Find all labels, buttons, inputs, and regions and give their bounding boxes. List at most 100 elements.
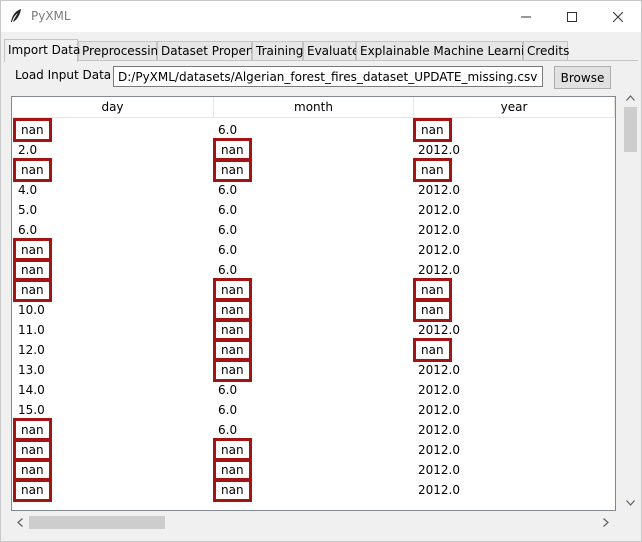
cell-year: 2012.0	[418, 183, 460, 197]
cell-year: 2012.0	[418, 323, 460, 337]
table-row[interactable]: nan 6.0 2012.0	[12, 258, 615, 282]
table-row[interactable]: nan nan 2012.0	[12, 438, 615, 462]
minimize-button[interactable]	[503, 1, 549, 32]
minimize-icon	[521, 16, 531, 17]
close-icon	[613, 11, 623, 22]
chevron-right-icon	[602, 518, 609, 527]
table-row[interactable]: nan nan nan	[12, 278, 615, 302]
window-title: PyXML	[31, 9, 71, 23]
cell-month: 6.0	[218, 263, 238, 277]
cell-month: 6.0	[218, 123, 238, 137]
cell-month: 6.0	[218, 423, 238, 437]
cell-day: 10.0	[18, 303, 45, 317]
horizontal-scroll-thumb[interactable]	[29, 516, 165, 529]
cell-month: 6.0	[218, 243, 238, 257]
scroll-left-button[interactable]	[11, 514, 28, 531]
tab-preprocessing[interactable]: Preprocessing	[78, 41, 166, 61]
table-row[interactable]: 5.0 6.0 2012.0	[12, 200, 615, 220]
table-row[interactable]: nan 6.0 nan	[12, 118, 615, 142]
table-row[interactable]: 13.0 nan 2012.0	[12, 358, 615, 382]
table-row[interactable]: 11.0 nan 2012.0	[12, 318, 615, 342]
browse-button[interactable]: Browse	[554, 66, 611, 89]
maximize-icon	[567, 11, 577, 22]
scroll-up-button[interactable]	[622, 89, 639, 106]
cell-year: 2012.0	[418, 363, 460, 377]
cell-year-missing: nan	[413, 158, 452, 182]
app-window: PyXML Import Data Preprocessing Dataset …	[0, 0, 642, 542]
load-input-label: Load Input Data	[15, 68, 112, 82]
cell-month: 6.0	[218, 183, 238, 197]
column-header-day[interactable]: day	[12, 97, 214, 118]
chevron-left-icon	[16, 518, 23, 527]
table-row[interactable]: 4.0 6.0 2012.0	[12, 180, 615, 200]
vertical-scroll-thumb[interactable]	[624, 107, 637, 152]
column-header-month[interactable]: month	[214, 97, 414, 118]
cell-day: 12.0	[18, 343, 45, 357]
table-row[interactable]: nan nan 2012.0	[12, 478, 615, 502]
table-row[interactable]: 2.0 nan 2012.0	[12, 138, 615, 162]
cell-year: 2012.0	[418, 203, 460, 217]
cell-day-missing: nan	[13, 278, 52, 302]
table-body: nan 6.0 nan 2.0 nan 2012.0 nan nan nan 4.0 6.0 2012…	[12, 118, 615, 502]
table-row[interactable]: nan 6.0 2012.0	[12, 238, 615, 262]
cell-year: 2012.0	[418, 243, 460, 257]
scroll-down-button[interactable]	[622, 494, 639, 511]
cell-day: 15.0	[18, 403, 45, 417]
cell-month: 6.0	[218, 383, 238, 397]
feather-icon	[9, 8, 23, 24]
vertical-scrollbar[interactable]	[622, 89, 639, 511]
cell-year-missing: nan	[413, 338, 452, 362]
table-row[interactable]: 15.0 6.0 2012.0	[12, 400, 615, 420]
cell-year: 2012.0	[418, 143, 460, 157]
cell-day-missing: nan	[13, 118, 52, 142]
tab-dataset-property[interactable]: Dataset Property	[157, 41, 263, 61]
close-button[interactable]	[595, 1, 641, 32]
cell-month: 6.0	[218, 203, 238, 217]
cell-month-missing: nan	[213, 358, 252, 382]
table-row[interactable]: 10.0 nan nan	[12, 298, 615, 322]
cell-month: 6.0	[218, 223, 238, 237]
cell-day: 2.0	[18, 143, 38, 157]
table-row[interactable]: nan 6.0 2012.0	[12, 418, 615, 442]
cell-month-missing: nan	[213, 158, 252, 182]
title-bar[interactable]: PyXML	[1, 1, 641, 32]
chevron-up-icon	[626, 94, 635, 101]
table-row[interactable]: 12.0 nan nan	[12, 338, 615, 362]
data-table: day month year nan 6.0 nan 2.0 nan 2012.0 nan n…	[11, 96, 616, 511]
cell-year: 2012.0	[418, 403, 460, 417]
cell-year: 2012.0	[418, 223, 460, 237]
maximize-button[interactable]	[549, 1, 595, 32]
cell-month-missing: nan	[213, 478, 252, 502]
cell-year: 2012.0	[418, 383, 460, 397]
table-row[interactable]: 14.0 6.0 2012.0	[12, 380, 615, 400]
table-row[interactable]: nan nan nan	[12, 158, 615, 182]
table-row[interactable]: nan nan 2012.0	[12, 458, 615, 482]
cell-day: 6.0	[18, 223, 38, 237]
cell-day: 13.0	[18, 363, 45, 377]
cell-year: 2012.0	[418, 463, 460, 477]
cell-year: 2012.0	[418, 483, 460, 497]
cell-year-missing: nan	[413, 118, 452, 142]
scroll-right-button[interactable]	[597, 514, 614, 531]
column-header-year[interactable]: year	[414, 97, 615, 118]
tab-import-data[interactable]: Import Data	[4, 39, 80, 62]
cell-day-missing: nan	[13, 158, 52, 182]
horizontal-scrollbar[interactable]	[11, 514, 616, 531]
cell-day: 14.0	[18, 383, 45, 397]
tab-divider	[4, 60, 638, 61]
cell-year: 2012.0	[418, 263, 460, 277]
cell-day: 4.0	[18, 183, 38, 197]
cell-year: 2012.0	[418, 423, 460, 437]
table-row[interactable]: 6.0 6.0 2012.0	[12, 220, 615, 240]
cell-day: 11.0	[18, 323, 45, 337]
tab-credits[interactable]: Credits	[523, 41, 569, 61]
tab-training[interactable]: Training	[252, 41, 303, 61]
cell-year: 2012.0	[418, 443, 460, 457]
cell-year-missing: nan	[413, 298, 452, 322]
tab-evaluate[interactable]: Evaluate	[303, 41, 359, 61]
chevron-down-icon	[626, 499, 635, 506]
file-path-input[interactable]	[113, 66, 543, 87]
tab-explainable-ml[interactable]: Explainable Machine Learning	[356, 41, 540, 61]
cell-day: 5.0	[18, 203, 38, 217]
cell-month: 6.0	[218, 403, 238, 417]
